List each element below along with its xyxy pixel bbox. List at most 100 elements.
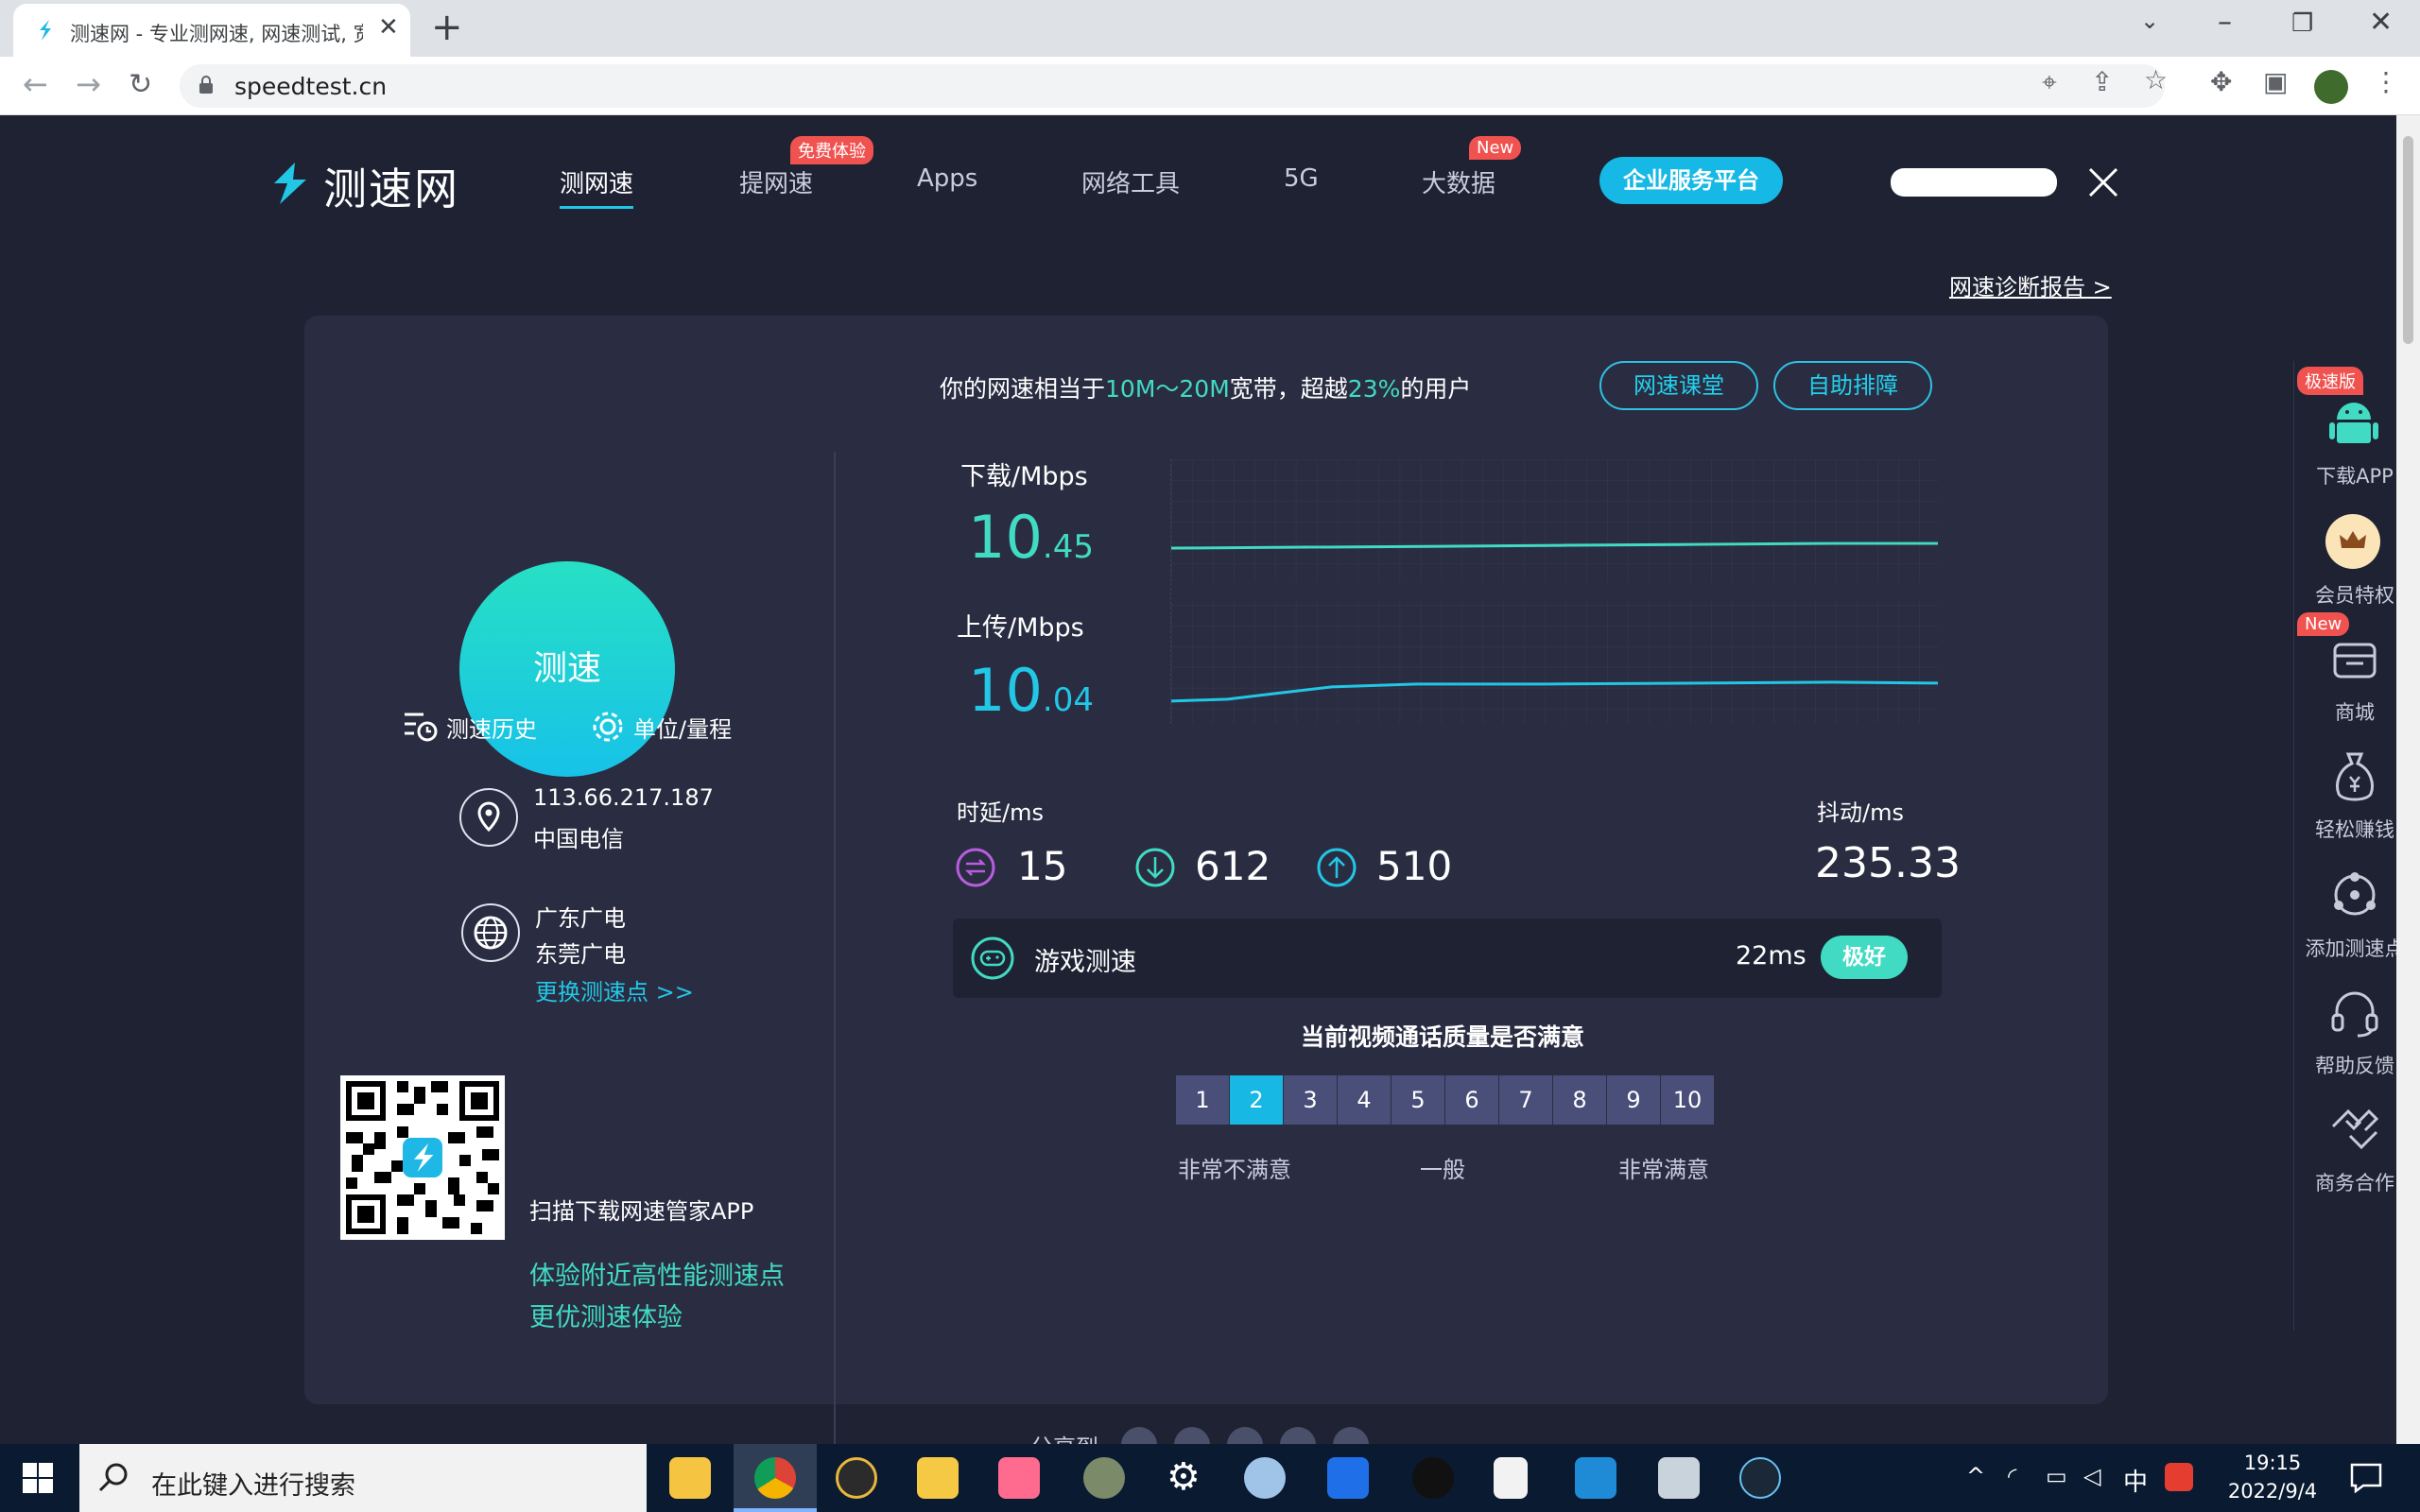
rating-option-5[interactable]: 5 — [1392, 1075, 1444, 1125]
volume-icon[interactable]: ◁ — [2083, 1463, 2100, 1489]
panel-divider — [834, 452, 836, 1444]
sogou-input-icon[interactable] — [2165, 1463, 2193, 1491]
latency-label: 时延/ms — [957, 799, 1044, 826]
window-close-icon[interactable]: ✕ — [2369, 6, 2393, 39]
taskbar-search[interactable]: 在此键入进行搜索 — [79, 1444, 647, 1512]
windows-start-icon[interactable] — [23, 1463, 53, 1493]
speedtest-page: 测速网 测网速 提网速 免费体验 Apps 网络工具 5G 大数据 New 企业… — [0, 115, 2396, 1444]
ime-indicator[interactable]: 中 — [2123, 1463, 2148, 1498]
new-tab-button[interactable]: + — [431, 6, 463, 49]
vscode-icon[interactable] — [1575, 1457, 1616, 1499]
calculator-icon[interactable] — [1494, 1457, 1528, 1499]
location-pin-icon — [459, 788, 518, 847]
sidebar-shop[interactable]: 商城 — [2295, 697, 2396, 726]
url-bar[interactable]: speedtest.cn — [180, 64, 2165, 108]
share-qq-icon[interactable] — [1227, 1427, 1263, 1444]
url-text: speedtest.cn — [234, 73, 388, 100]
rating-option-8[interactable]: 8 — [1553, 1075, 1606, 1125]
unit-range-link[interactable]: 单位/量程 — [633, 711, 732, 744]
qq-icon[interactable] — [1412, 1457, 1454, 1499]
browser-menu-icon[interactable]: ⋮ — [2373, 66, 2399, 97]
reload-icon[interactable]: ↻ — [129, 68, 152, 101]
profile-avatar[interactable] — [2314, 70, 2348, 104]
troubleshoot-button[interactable]: 自助排障 — [1773, 361, 1932, 410]
server-region: 广东广电 — [535, 905, 626, 932]
bookmark-star-icon[interactable]: ☆ — [2144, 64, 2168, 95]
settings-icon[interactable]: ⚙ — [1167, 1455, 1201, 1499]
clock-date[interactable]: 2022/9/4 — [2218, 1480, 2327, 1503]
start-test-button[interactable]: 测速 — [459, 561, 675, 777]
new-badge: New — [1469, 136, 1522, 160]
rating-option-4[interactable]: 4 — [1338, 1075, 1391, 1125]
scrollbar-thumb[interactable] — [2403, 136, 2413, 344]
file-explorer-icon[interactable] — [669, 1457, 711, 1499]
nav-5g[interactable]: 5G — [1284, 164, 1319, 193]
rating-option-2[interactable]: 2 — [1230, 1075, 1283, 1125]
wifi-icon[interactable]: ◜ — [2008, 1463, 2016, 1489]
download-label: 下载/Mbps — [960, 462, 1088, 491]
rating-option-10[interactable]: 10 — [1661, 1075, 1714, 1125]
share-star-icon[interactable] — [1280, 1427, 1316, 1444]
speedtest-logo-icon — [274, 163, 306, 204]
share-link-icon[interactable] — [1333, 1427, 1369, 1444]
rating-option-1[interactable]: 1 — [1176, 1075, 1229, 1125]
download-value: 10.45 — [968, 503, 1094, 572]
share-icon[interactable]: ⇪ — [2091, 66, 2113, 97]
android-icon — [2329, 403, 2378, 443]
history-link[interactable]: 测速历史 — [446, 711, 537, 744]
steam-icon[interactable] — [1739, 1457, 1781, 1499]
sidebar-vip[interactable]: 会员特权 — [2295, 580, 2396, 609]
page-scrollbar[interactable] — [2396, 115, 2420, 1444]
location-icon[interactable]: ⌖ — [2042, 66, 2057, 98]
battery-icon[interactable]: ▭ — [2046, 1463, 2067, 1489]
rating-option-3[interactable]: 3 — [1284, 1075, 1337, 1125]
upload-value: 10.04 — [968, 656, 1094, 725]
bilibili-icon[interactable] — [998, 1457, 1040, 1499]
tab-search-chevron-icon[interactable]: ⌄ — [2140, 8, 2159, 34]
game-app-icon[interactable] — [1083, 1457, 1125, 1499]
username-redacted[interactable] — [1891, 168, 2057, 197]
rating-option-9[interactable]: 9 — [1607, 1075, 1660, 1125]
nav-apps[interactable]: Apps — [917, 164, 977, 193]
close-icon[interactable] — [2087, 166, 2119, 198]
side-panel-icon[interactable]: ▣ — [2263, 66, 2288, 97]
app-icon-1[interactable] — [836, 1457, 877, 1499]
sidebar-help[interactable]: 帮助反馈 — [2295, 1051, 2396, 1079]
nav-bigdata[interactable]: 大数据 — [1422, 164, 1495, 199]
chrome-icon[interactable] — [754, 1457, 796, 1499]
extensions-icon[interactable]: ✥ — [2210, 66, 2232, 97]
sidebar-download-app[interactable]: 下载APP — [2295, 461, 2396, 490]
survey-high-label: 非常满意 — [1618, 1157, 1709, 1183]
sidebar-earn[interactable]: 轻松赚钱 — [2295, 815, 2396, 843]
desktop-app-icon[interactable] — [1658, 1457, 1700, 1499]
sidebar-add-node[interactable]: 添加测速点 — [2295, 934, 2397, 962]
back-icon[interactable]: ← — [23, 66, 48, 102]
paint-icon[interactable] — [1244, 1457, 1286, 1499]
address-toolbar: ← → ↻ speedtest.cn ⌖ ⇪ ☆ ✥ ▣ ⋮ — [0, 57, 2420, 115]
forward-icon[interactable]: → — [76, 66, 101, 102]
nav-boost[interactable]: 提网速 — [739, 164, 813, 199]
share-wechat-icon[interactable] — [1174, 1427, 1210, 1444]
change-server-link[interactable]: 更换测速点 >> — [535, 973, 694, 1006]
diagnosis-report-link[interactable]: 网速诊断报告 > — [1949, 268, 2112, 301]
restore-icon[interactable]: ❐ — [2291, 9, 2313, 38]
enterprise-button[interactable]: 企业服务平台 — [1599, 157, 1783, 204]
app-icon-2[interactable] — [917, 1457, 959, 1499]
nav-tools[interactable]: 网络工具 — [1081, 164, 1180, 199]
sidebar-business[interactable]: 商务合作 — [2295, 1168, 2396, 1196]
tab-title: 测速网 - 专业测网速, 网速测试, 宽 — [70, 23, 363, 45]
security-shield-icon[interactable] — [1327, 1457, 1369, 1499]
nav-speedtest[interactable]: 测网速 — [560, 164, 634, 209]
app-download-qr-code — [340, 1075, 505, 1240]
minimize-icon[interactable]: – — [2218, 6, 2232, 39]
rating-option-7[interactable]: 7 — [1499, 1075, 1552, 1125]
share-weibo-icon[interactable] — [1121, 1427, 1157, 1444]
tray-chevron-icon[interactable]: ^ — [1966, 1463, 1985, 1489]
clock-time[interactable]: 19:15 — [2227, 1452, 2318, 1474]
notification-icon[interactable] — [2350, 1463, 2382, 1493]
speed-class-button[interactable]: 网速课堂 — [1599, 361, 1758, 410]
browser-tab[interactable]: 测速网 - 专业测网速, 网速测试, 宽 ✕ — [13, 4, 410, 57]
rating-option-6[interactable]: 6 — [1445, 1075, 1498, 1125]
upload-int: 10 — [968, 656, 1043, 725]
tab-close-icon[interactable]: ✕ — [378, 13, 399, 42]
